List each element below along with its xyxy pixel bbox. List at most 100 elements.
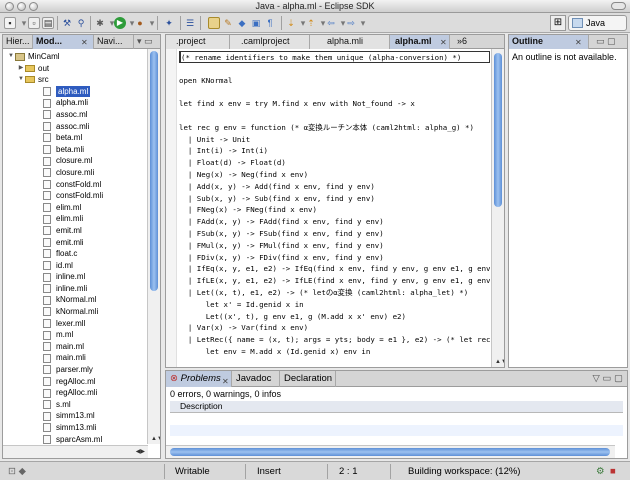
- search-icon[interactable]: ⚲: [75, 17, 87, 29]
- code-line[interactable]: | IfLE(x, y, e1, e2) -> IfLE(find x env,…: [179, 275, 490, 287]
- tree-folder-out[interactable]: ▶ out: [7, 63, 146, 75]
- list-item[interactable]: float.c: [7, 248, 146, 260]
- tree-project[interactable]: ▼ MinCaml: [7, 51, 146, 63]
- list-item[interactable]: parser.mly: [7, 364, 146, 376]
- scroll-arrows-icon[interactable]: ▲▼: [495, 359, 504, 365]
- new-file-icon[interactable]: ▪: [4, 17, 16, 29]
- stop-icon[interactable]: ■: [610, 465, 616, 478]
- dropdown-arrow-icon[interactable]: ▾: [357, 17, 369, 29]
- scroll-thumb[interactable]: [150, 51, 158, 291]
- list-item[interactable]: id.ml: [7, 260, 146, 272]
- tree-vertical-scrollbar[interactable]: ▲▼: [147, 49, 160, 444]
- list-item[interactable]: elim.mli: [7, 213, 146, 225]
- code-line[interactable]: | FSub(x, y) -> FSub(find x env, find y …: [179, 228, 490, 240]
- code-line[interactable]: | FAdd(x, y) -> FAdd(find x env, find y …: [179, 216, 490, 228]
- list-item[interactable]: beta.mli: [7, 144, 146, 156]
- code-area[interactable]: (* rename identifiers to make them uniqu…: [179, 51, 490, 367]
- list-item[interactable]: s.ml: [7, 399, 146, 411]
- list-item[interactable]: closure.ml: [7, 155, 146, 167]
- perspective-java[interactable]: Java: [568, 15, 627, 31]
- open-folder-icon[interactable]: [208, 17, 220, 29]
- tab-project-file[interactable]: .project: [166, 35, 230, 49]
- close-icon[interactable]: ✕: [440, 36, 447, 49]
- close-icon[interactable]: ✕: [222, 374, 229, 389]
- list-item[interactable]: constFold.mli: [7, 190, 146, 202]
- code-line[interactable]: let env = M.add x (Id.genid x) env in: [179, 346, 490, 358]
- list-item[interactable]: beta.ml: [7, 132, 146, 144]
- new-java-project-icon[interactable]: ✦: [163, 17, 175, 29]
- debug-icon[interactable]: ✱: [94, 17, 106, 29]
- open-type-icon[interactable]: ☰: [184, 17, 196, 29]
- list-item[interactable]: elim.ml: [7, 202, 146, 214]
- column-header-description[interactable]: Description: [170, 401, 623, 413]
- view-menu-icon[interactable]: ▽ ▭ ▢: [588, 371, 627, 387]
- expanded-icon[interactable]: ▼: [7, 51, 15, 63]
- code-line[interactable]: | Neg(x) -> Neg(find x env): [179, 169, 490, 181]
- fast-view-icon[interactable]: ⊡ ◆: [8, 465, 26, 478]
- code-line[interactable]: open KNormal: [179, 75, 490, 87]
- show-whitespace-icon[interactable]: ¶: [264, 17, 276, 29]
- code-line[interactable]: let rec g env = function (* α変換ルーチン本体 (c…: [179, 122, 490, 134]
- code-line[interactable]: | Add(x, y) -> Add(find x env, find y en…: [179, 181, 490, 193]
- minimize-maximize-icon[interactable]: ▭ ▢: [593, 35, 627, 49]
- list-item[interactable]: inline.mli: [7, 283, 146, 295]
- tab-hierarchy[interactable]: Hier...: [3, 35, 33, 49]
- previous-annotation-icon[interactable]: ⇡: [305, 17, 317, 29]
- list-item[interactable]: alpha.ml: [7, 85, 146, 98]
- external-tools-icon[interactable]: ●: [134, 17, 146, 29]
- list-item[interactable]: main.ml: [7, 341, 146, 353]
- next-annotation-icon[interactable]: ⇣: [285, 17, 297, 29]
- list-item[interactable]: lexer.mll: [7, 318, 146, 330]
- print-icon[interactable]: ▤: [42, 17, 54, 29]
- list-item[interactable]: assoc.ml: [7, 109, 146, 121]
- code-line[interactable]: (* rename identifiers to make them uniqu…: [179, 51, 490, 63]
- code-line[interactable]: let find x env = try M.find x env with N…: [179, 98, 490, 110]
- tab-camlproject-file[interactable]: .camlproject: [230, 35, 310, 49]
- list-item[interactable]: regAlloc.ml: [7, 376, 146, 388]
- list-item[interactable]: kNormal.mli: [7, 306, 146, 318]
- list-item[interactable]: inline.ml: [7, 271, 146, 283]
- forward-icon[interactable]: ⇨: [345, 17, 357, 29]
- toggle-mark-icon[interactable]: ◆: [236, 17, 248, 29]
- list-item[interactable]: regAlloc.mli: [7, 387, 146, 399]
- scroll-thumb[interactable]: [170, 448, 610, 456]
- code-line[interactable]: [179, 110, 490, 122]
- code-line[interactable]: | FNeg(x) -> FNeg(find x env): [179, 204, 490, 216]
- tab-alpha-mli[interactable]: alpha.mli: [310, 35, 390, 49]
- tab-outline[interactable]: Outline ✕: [509, 35, 589, 49]
- code-line[interactable]: | Sub(x, y) -> Sub(find x env, find y en…: [179, 193, 490, 205]
- tree-folder-src[interactable]: ▼ src: [7, 74, 146, 86]
- expanded-icon[interactable]: ▼: [17, 74, 25, 86]
- list-item[interactable]: assoc.mli: [7, 121, 146, 133]
- save-icon[interactable]: ▫: [28, 17, 40, 29]
- toolbar-toggle-button[interactable]: [611, 2, 626, 10]
- tab-problems[interactable]: ⊗ Problems ✕: [166, 371, 232, 387]
- code-line[interactable]: | Float(d) -> Float(d): [179, 157, 490, 169]
- code-line[interactable]: | Int(i) -> Int(i): [179, 145, 490, 157]
- code-line[interactable]: Let((x', t), g env e1, g (M.add x x' env…: [179, 311, 490, 323]
- open-perspective-button[interactable]: ⊞: [550, 15, 566, 31]
- editor-vertical-scrollbar[interactable]: ▲▼: [491, 49, 504, 367]
- more-tabs-indicator[interactable]: »6: [454, 35, 484, 49]
- code-line[interactable]: | LetRec({ name = (x, t); args = yts; bo…: [179, 334, 490, 346]
- scroll-arrows-icon[interactable]: ◀▶: [136, 448, 145, 455]
- list-item[interactable]: closure.mli: [7, 167, 146, 179]
- run-icon[interactable]: ▶: [114, 17, 126, 29]
- tab-alpha-ml[interactable]: alpha.ml ✕: [390, 35, 450, 49]
- list-item[interactable]: sparcAsm.ml: [7, 434, 146, 446]
- highlight-icon[interactable]: ▣: [250, 17, 262, 29]
- pencil-icon[interactable]: ✎: [222, 17, 234, 29]
- tab-modules[interactable]: Mod... ✕: [33, 35, 94, 49]
- scroll-arrows-icon[interactable]: ▲▼: [151, 436, 160, 442]
- progress-icon[interactable]: ⚙: [596, 465, 605, 478]
- list-item[interactable]: main.mli: [7, 352, 146, 364]
- code-line[interactable]: let x' = Id.genid x in: [179, 299, 490, 311]
- close-icon[interactable]: ✕: [81, 36, 88, 49]
- list-item[interactable]: simm13.mli: [7, 422, 146, 434]
- code-line[interactable]: | Unit -> Unit: [179, 134, 490, 146]
- list-item[interactable]: alpha.mli: [7, 97, 146, 109]
- code-line[interactable]: | Var(x) -> Var(find x env): [179, 322, 490, 334]
- tree-horizontal-scrollbar[interactable]: ◀▶: [3, 445, 148, 458]
- list-item[interactable]: emit.mli: [7, 237, 146, 249]
- view-menu-icon[interactable]: ▾ ▭: [134, 35, 160, 49]
